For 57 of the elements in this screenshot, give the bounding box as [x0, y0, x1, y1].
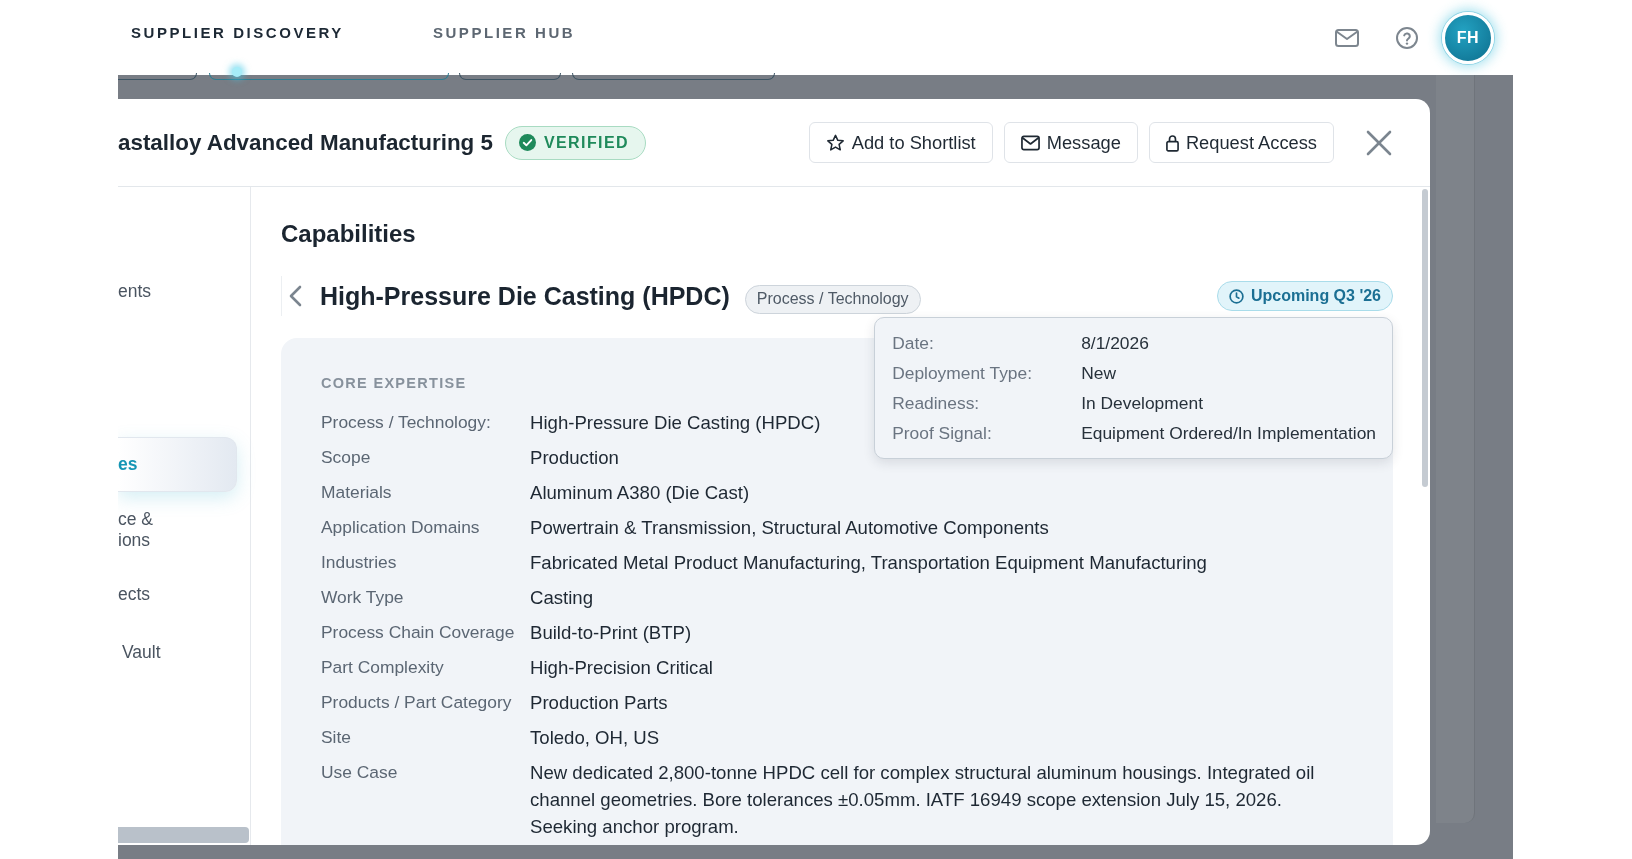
- category-tag: Process / Technology: [744, 284, 921, 314]
- supplier-name: astalloy Advanced Manufacturing 5: [118, 129, 493, 156]
- scrollbar-thumb[interactable]: [118, 827, 249, 843]
- nav-tab[interactable]: SUPPLIER HUB: [432, 0, 576, 75]
- field-value: Build-to-Print (BTP): [530, 621, 692, 645]
- field-value: Fabricated Metal Product Manufacturing, Transportation Equipment Manufacturing: [530, 551, 1207, 575]
- tooltip-label: Proof Signal:: [892, 422, 992, 444]
- glow-dot-icon: [232, 67, 243, 77]
- tooltip-value: In Development: [1081, 392, 1203, 414]
- tooltip-label: Date:: [892, 332, 934, 354]
- star-icon: [825, 133, 845, 152]
- field-label: Industries: [321, 551, 397, 574]
- message-button[interactable]: Message: [1003, 122, 1138, 163]
- back-chevron-icon[interactable]: [288, 285, 302, 307]
- capability-title: High-Pressure Die Casting (HPDC): [320, 281, 730, 311]
- field-value: Aluminum A380 (Die Cast): [530, 481, 750, 505]
- section-heading: Capabilities: [281, 219, 416, 249]
- clock-icon: [1228, 288, 1244, 304]
- tooltip-label: Deployment Type:: [892, 362, 1032, 384]
- scrollbar-thumb[interactable]: [1422, 189, 1428, 487]
- tooltip-value: 8/1/2026: [1081, 332, 1149, 354]
- field-label: Scope: [321, 446, 371, 469]
- field-label: Process / Technology:: [321, 411, 491, 434]
- field-value: Casting: [530, 586, 594, 610]
- tooltip-label: Readiness:: [892, 392, 980, 414]
- padlock-icon: [1165, 133, 1179, 152]
- field-label: Use Case: [321, 761, 398, 784]
- sidebar-item[interactable]: ce & ions: [118, 502, 237, 557]
- mail-icon[interactable]: [1335, 28, 1359, 47]
- add-to-shortlist-button[interactable]: Add to Shortlist: [808, 122, 993, 163]
- field-label: Application Domains: [321, 516, 480, 539]
- field-value: High-Pressure Die Casting (HPDC): [530, 411, 821, 435]
- field-label: Materials: [321, 481, 392, 504]
- field-label: Process Chain Coverage: [321, 621, 515, 644]
- tooltip-value: Equipment Ordered/In Implementation: [1081, 422, 1376, 444]
- group-heading: CORE EXPERTISE: [321, 374, 467, 392]
- field-label: Part Complexity: [321, 656, 444, 679]
- field-value: New dedicated 2,800-tonne HPDC cell for complex structural aluminum housings. Integrated oil channel geometries. Bore tolerances ±0.05mm. IATF 16949 scope extension July 15, 2026. Seeking anchor program.: [530, 761, 1316, 839]
- help-icon[interactable]: [1396, 26, 1418, 49]
- field-value: Powertrain & Transmission, Structural Automotive Components: [530, 516, 1049, 540]
- tooltip-value: New: [1081, 362, 1116, 384]
- check-circle-icon: [518, 134, 536, 151]
- status-label: Upcoming Q3 '26: [1250, 287, 1381, 305]
- envelope-icon: [1020, 133, 1040, 152]
- status-badge[interactable]: Upcoming Q3 '26: [1216, 281, 1393, 311]
- field-label: Products / Part Category: [321, 691, 512, 714]
- sidebar-item[interactable]: Vault: [118, 625, 237, 680]
- sidebar-item[interactable]: ects: [118, 567, 237, 622]
- sidebar-item[interactable]: ents: [118, 264, 237, 319]
- field-value: Toledo, OH, US: [530, 726, 660, 750]
- field-value: High-Precision Critical: [530, 656, 713, 680]
- field-value: Production: [530, 446, 619, 470]
- request-access-button[interactable]: Request Access: [1148, 122, 1334, 163]
- field-label: Work Type: [321, 586, 404, 609]
- field-value: Production Parts: [530, 691, 668, 715]
- verified-label: VERIFIED: [543, 133, 629, 152]
- field-label: Site: [321, 726, 351, 749]
